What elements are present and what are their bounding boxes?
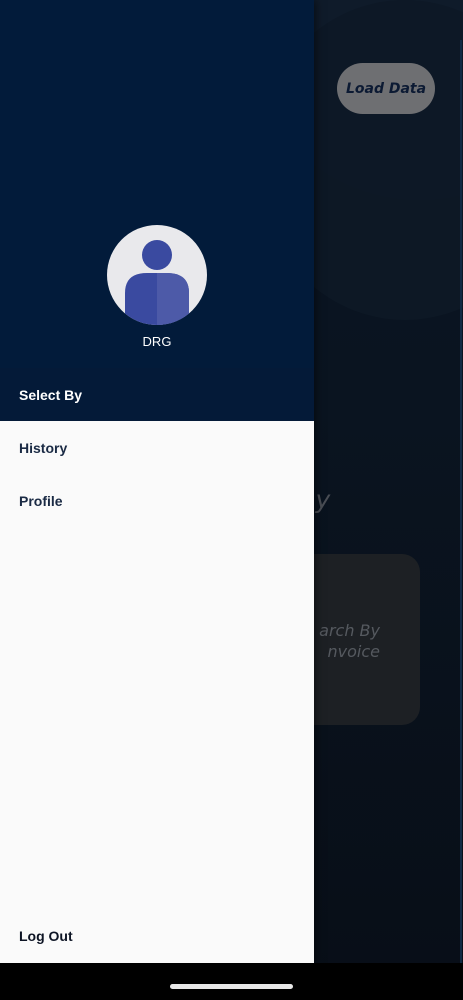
menu-item-profile[interactable]: Profile — [19, 486, 299, 516]
menu-item-history[interactable]: History — [19, 433, 299, 463]
logout-button[interactable]: Log Out — [19, 921, 299, 951]
drawer-header: DRG — [0, 0, 314, 368]
username: DRG — [142, 334, 172, 349]
screen-edge — [460, 40, 462, 963]
home-indicator[interactable] — [170, 984, 293, 989]
system-navigation-bar — [0, 963, 463, 1000]
select-by-label: Select By — [19, 386, 83, 403]
load-data-button[interactable]: Load Data — [337, 63, 435, 114]
avatar[interactable] — [107, 225, 207, 325]
navigation-drawer: DRG Select By History Profile Log Out — [0, 0, 314, 963]
logout-label: Log Out — [19, 928, 73, 944]
menu-item-label: Profile — [19, 493, 63, 509]
user-icon — [125, 240, 189, 325]
select-by-header: Select By — [0, 368, 314, 421]
menu-item-label: History — [19, 440, 68, 456]
